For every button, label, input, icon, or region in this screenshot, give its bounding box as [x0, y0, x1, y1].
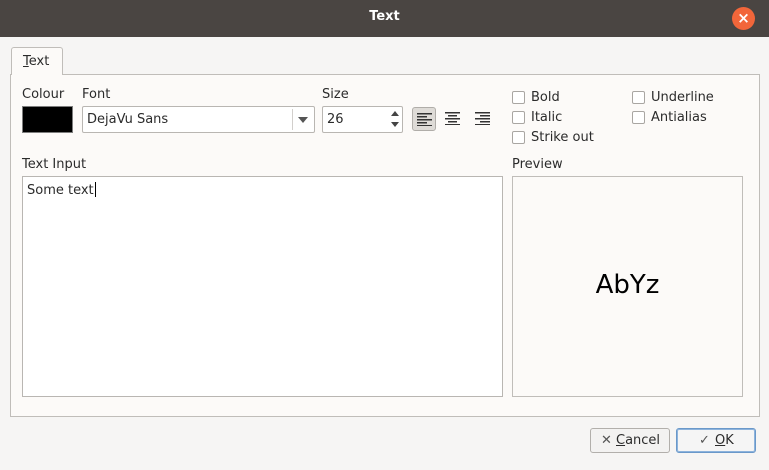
tab-text[interactable]: Text: [11, 47, 63, 75]
text-input-area[interactable]: Some text: [22, 176, 503, 397]
ok-button[interactable]: ✓ OK: [676, 428, 756, 453]
close-icon[interactable]: ×: [732, 7, 755, 30]
align-center-icon: [445, 112, 460, 125]
antialias-checkbox[interactable]: [632, 111, 645, 124]
ok-button-label: OK: [715, 433, 734, 448]
strikeout-checkbox[interactable]: [512, 131, 525, 144]
spin-up-icon[interactable]: [391, 111, 399, 116]
size-spinbox[interactable]: 26: [322, 106, 403, 133]
size-value: 26: [327, 112, 344, 127]
align-right-button[interactable]: [471, 107, 495, 131]
title-bar: Text ×: [0, 0, 769, 37]
combo-separator: [292, 109, 293, 130]
font-combobox[interactable]: DejaVu Sans: [82, 106, 315, 133]
align-left-button[interactable]: [412, 107, 436, 131]
align-right-icon: [475, 112, 490, 125]
preview-sample: AbYz: [595, 270, 660, 300]
tab-text-label: Text: [23, 54, 50, 69]
font-combobox-value: DejaVu Sans: [87, 112, 169, 127]
strikeout-label[interactable]: Strike out: [531, 130, 594, 145]
underline-checkbox[interactable]: [632, 91, 645, 104]
text-input-value: Some text: [27, 183, 94, 198]
preview-box: AbYz: [512, 176, 743, 397]
font-label: Font: [82, 87, 111, 102]
text-input-label: Text Input: [22, 157, 87, 172]
italic-checkbox[interactable]: [512, 111, 525, 124]
align-left-icon: [417, 113, 432, 126]
cancel-button[interactable]: ✕ Cancel: [590, 428, 670, 453]
check-icon: ✓: [699, 433, 710, 448]
preview-label: Preview: [512, 157, 563, 172]
align-center-button[interactable]: [441, 107, 465, 131]
spin-down-icon[interactable]: [391, 122, 399, 127]
antialias-label[interactable]: Antialias: [651, 110, 707, 125]
text-caret: [94, 182, 96, 197]
underline-label[interactable]: Underline: [651, 90, 714, 105]
x-icon: ✕: [601, 433, 612, 448]
cancel-button-label: Cancel: [616, 433, 661, 448]
colour-swatch-button[interactable]: [22, 106, 73, 133]
bold-label[interactable]: Bold: [531, 90, 560, 105]
italic-label[interactable]: Italic: [531, 110, 562, 125]
colour-label: Colour: [22, 87, 65, 102]
window-title: Text: [369, 9, 400, 24]
chevron-down-icon[interactable]: [298, 117, 308, 123]
size-label: Size: [322, 87, 349, 102]
bold-checkbox[interactable]: [512, 91, 525, 104]
